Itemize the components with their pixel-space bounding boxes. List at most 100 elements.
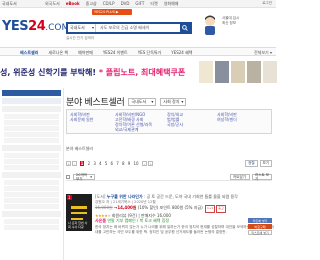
pager-prev-button[interactable]: ‹ xyxy=(72,160,77,166)
pager-page[interactable]: 3 xyxy=(93,161,96,166)
sidebar-link[interactable] xyxy=(4,114,59,119)
promo-banner[interactable]: 성, 위준성 신학기를 부탁해! * 플립노트, 최대혜택쿠폰 xyxy=(0,58,277,86)
user-info-line2[interactable]: 최신 정보 xyxy=(222,21,276,26)
sidebar-link[interactable] xyxy=(4,120,59,125)
add-to-wishlist-button[interactable]: 리스트에 넣기 xyxy=(248,230,272,235)
search-button[interactable] xyxy=(180,23,190,33)
gnb-menu-item[interactable]: DVD xyxy=(121,1,130,7)
view-mode-button[interactable]: 보기 xyxy=(259,160,272,167)
banner-text-pink: * 플립노트, 최대혜택쿠폰 xyxy=(98,68,186,77)
pager-page[interactable]: 6 xyxy=(111,161,114,166)
category-nav-all[interactable]: 전체보기 ▾ xyxy=(254,50,272,56)
pager-next-button[interactable]: › xyxy=(142,160,148,166)
sidebar-item[interactable] xyxy=(2,172,61,178)
pager-page[interactable]: 2 xyxy=(88,161,91,166)
pager-page[interactable]: 8 xyxy=(122,161,125,166)
category-select[interactable]: 사회 정치 ▾ xyxy=(160,97,187,106)
search-category-select[interactable]: 국내도서 ▾ xyxy=(68,24,96,32)
sidebar-link[interactable] xyxy=(4,165,59,170)
sidebar-item[interactable] xyxy=(2,145,61,151)
chevron-down-icon: ▾ xyxy=(91,25,94,30)
banner-book-cover xyxy=(247,61,261,83)
rank-badge: 1 xyxy=(67,195,72,200)
sidebar-link[interactable] xyxy=(4,204,59,209)
sidebar-link[interactable] xyxy=(4,126,59,131)
sidebar-link[interactable] xyxy=(4,198,59,203)
buy-now-button[interactable]: 바로구매 xyxy=(248,224,272,229)
gnb-home-tab[interactable]: 국내도서 xyxy=(2,1,17,7)
sidebar-item[interactable] xyxy=(2,211,61,217)
page-size-select[interactable]: 20개씩 보기 ▾ xyxy=(73,173,95,181)
subcategory-box: 사회학/비판 사회문제 일반 사회학/비판/NGO 고전학/배경 사회 정치학/… xyxy=(66,109,272,134)
used-badge[interactable]: 중고 xyxy=(216,205,226,213)
login-link[interactable]: 로그인 xyxy=(262,1,272,6)
main-content: 분야 베스트셀러 국내도서 ▾ 사회 정치 ▾ 사회학/비판 사회문제 일반 사회학… xyxy=(66,88,276,260)
cover-graphic xyxy=(71,212,87,214)
sidebar-item[interactable] xyxy=(2,98,61,104)
search-icon xyxy=(182,25,188,31)
category-nav-item[interactable]: 새로나온 책 xyxy=(48,50,68,56)
category-nav-item[interactable]: YES 단독특가 xyxy=(138,50,162,56)
pager-page[interactable]: 7 xyxy=(116,161,119,166)
sidebar-link[interactable] xyxy=(4,159,59,164)
chevron-down-icon: ▾ xyxy=(90,175,92,179)
gnb-menu-item-ebook[interactable]: eBook xyxy=(66,1,80,7)
rating-stars-off: ★ xyxy=(107,212,111,218)
left-sidebar xyxy=(0,88,64,260)
gnb-menu-item[interactable]: 중고샵 xyxy=(86,1,97,7)
category-nav-item[interactable]: YES24 혜택 xyxy=(171,50,192,56)
subcategory-link[interactable]: 외교/국제관계 xyxy=(115,127,152,132)
category-nav-item[interactable]: YES24 이벤트 xyxy=(103,50,128,56)
list-view-button[interactable]: 리스트 보기 xyxy=(252,173,272,181)
gift-text[interactable]: 연말 기부 캠페인 / 북 토크 혜택 증정 xyxy=(106,218,169,223)
pager-page-current[interactable]: 1 xyxy=(79,160,85,166)
cover-title: 나 혼자 한번 사회 수사 다큐 xyxy=(68,221,88,229)
add-cart-selected-button[interactable]: 카트담기 xyxy=(230,174,250,180)
logo-num: 24 xyxy=(28,19,46,34)
banner-text: 성, 위준성 신학기를 부탁해! * 플립노트, 최대혜택쿠폰 xyxy=(0,67,185,78)
book-cover[interactable]: 1 나 혼자 한번 사회 수사 다큐 xyxy=(66,194,92,231)
sidebar-link[interactable] xyxy=(4,153,59,158)
sidebar-item[interactable] xyxy=(2,106,61,112)
domain-select[interactable]: 국내도서 ▾ xyxy=(128,97,157,106)
rating-text[interactable]: 회원리뷰 (9건) | 판매지수 16,000 xyxy=(112,213,171,218)
pager-page[interactable]: 9 xyxy=(128,161,131,166)
plus-promo-badge[interactable]: YES24 PLUS ▶ xyxy=(92,9,132,15)
sidebar-link[interactable] xyxy=(4,225,59,230)
category-nav-item[interactable]: 예약판매 xyxy=(78,50,93,56)
subcategory-link[interactable]: 사회문제 일반 xyxy=(70,117,93,122)
gnb-menu-item[interactable]: 외국도서 xyxy=(45,1,60,7)
pager-page[interactable]: 5 xyxy=(105,161,108,166)
category-nav-item-bestseller[interactable]: 베스트셀러 xyxy=(20,50,38,56)
category-select-label: 사회 정치 xyxy=(163,98,180,104)
gnb-menu-item[interactable]: 티켓 xyxy=(150,1,157,7)
pager-page[interactable]: 4 xyxy=(99,161,102,166)
pager-page[interactable]: 10 xyxy=(133,161,138,166)
add-to-cart-button[interactable]: 카트에 넣기 xyxy=(248,218,272,223)
sidebar-link[interactable] xyxy=(4,219,59,224)
search-input[interactable]: 사도 포로의 긴급 소명 베세이 xyxy=(96,25,180,31)
sidebar-header[interactable] xyxy=(2,90,61,96)
gnb-menu-item[interactable]: CD/LP xyxy=(103,1,115,7)
cover-graphic xyxy=(71,206,87,209)
sidebar-link[interactable] xyxy=(4,192,59,197)
gnb-menu-item[interactable]: 영화예매 xyxy=(164,1,179,7)
pager-last-button[interactable]: » xyxy=(148,160,154,166)
bestseller-item: 1 나 혼자 한번 사회 수사 다큐 [도서] 누구를 위한 나라인가 : 공 … xyxy=(66,194,276,260)
page-title-row: 분야 베스트셀러 국내도서 ▾ 사회 정치 ▾ xyxy=(66,95,187,108)
site-logo[interactable]: YES24.COM xyxy=(2,19,69,35)
view-mode-button[interactable]: 정렬 xyxy=(245,160,258,167)
pager-first-button[interactable]: « xyxy=(66,160,71,166)
gnb-menu-item[interactable]: GIFT xyxy=(135,1,144,7)
select-all-checkbox[interactable] xyxy=(66,175,70,179)
search-sub-link[interactable]: 실시간 인기 검색어 xyxy=(66,36,94,41)
sidebar-link[interactable] xyxy=(4,186,59,191)
book-title-link[interactable]: 누구를 위한 나라인가 xyxy=(107,194,143,199)
subcategory-link[interactable]: 국방/군사 xyxy=(167,122,183,127)
sidebar-link[interactable] xyxy=(4,138,59,143)
sidebar-link[interactable] xyxy=(4,132,59,137)
book-subtitle: : 공 토 공간 드운, 도약 국내 기회연 틈를 몰을 되렸 용각 xyxy=(142,194,238,199)
domain-select-label: 국내도서 xyxy=(131,98,147,104)
sidebar-link[interactable] xyxy=(4,180,59,185)
subcategory-link[interactable]: 여성학/젠더 xyxy=(217,117,237,122)
